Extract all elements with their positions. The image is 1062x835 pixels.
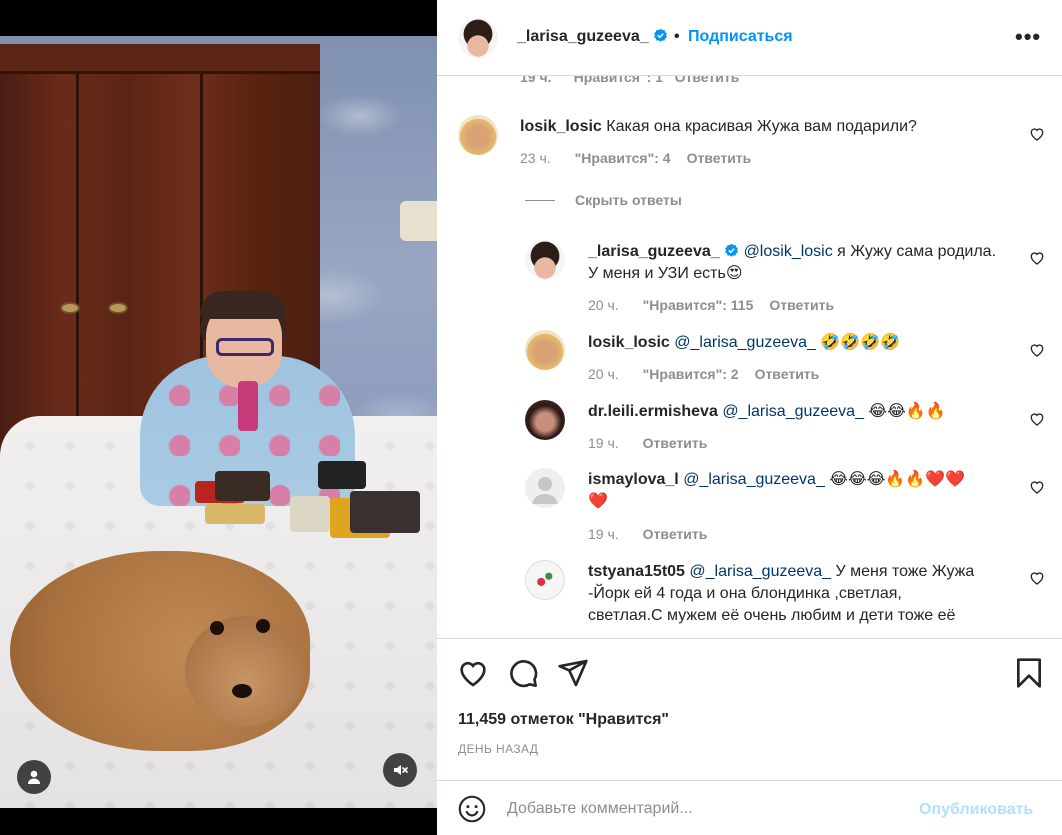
likes-count[interactable]: 11,459 отметок "Нравится" [458,711,669,729]
reply-username[interactable]: ismaylova_l [588,471,679,488]
reply-likes[interactable]: "Нравится": 115 [643,297,754,313]
glasses [216,338,274,356]
smiley-icon[interactable] [458,795,486,823]
post-details-panel: _larisa_guzeeva_ • Подписаться ••• 19 ч.… [437,0,1062,835]
like-reply-heart-icon[interactable] [1029,250,1045,266]
post-media[interactable] [0,0,437,835]
reply-time[interactable]: 19 ч. [588,526,619,542]
post-author-username[interactable]: _larisa_guzeeva_ [517,28,668,46]
like-reply-heart-icon[interactable] [1029,570,1045,586]
bookmark-icon[interactable] [1013,657,1045,689]
avatar[interactable] [525,330,565,370]
reply-button[interactable]: Ответить [643,526,708,542]
perfume-box [350,491,420,533]
perfume-bottle [290,496,330,532]
reply-time[interactable]: 20 ч. [588,297,619,313]
comment-meta: 23 ч. "Нравится": 4 Ответить [520,150,751,166]
hide-replies-button[interactable]: Скрыть ответы [525,192,682,208]
tagged-users-button[interactable] [17,760,51,794]
comment-time[interactable]: 23 ч. [520,150,551,166]
header-separator: • [674,28,680,45]
divider-line [525,200,555,201]
reply-text: ismaylova_l @_larisa_guzeeva_ 😂😂😂🔥🔥❤️❤️ … [588,471,966,510]
wall-lamp [400,201,437,241]
perfume-bottle [215,471,270,501]
perfume-bottle [205,504,265,524]
reply-text: dr.leili.ermisheva @_larisa_guzeeva_ 😂😂🔥… [588,403,946,420]
verified-badge-icon [654,28,667,42]
mention-link[interactable]: @_larisa_guzeeva_ [674,334,816,351]
comment-likes[interactable]: "Нравится": 4 [575,150,671,166]
reply-username[interactable]: _larisa_guzeeva_ [588,243,720,260]
perfume-box [318,461,366,489]
muted-speaker-icon [394,765,408,775]
reply-meta: 20 ч. "Нравится": 2 Ответить [588,366,819,382]
post-actions: 11,459 отметок "Нравится" ДЕНЬ НАЗАД [437,638,1062,798]
mention-link[interactable]: @losik_losic [744,243,833,260]
reply-meta: 19 ч. Ответить [588,526,707,542]
heart-icon[interactable] [457,657,489,689]
video-frame[interactable] [0,36,437,808]
avatar[interactable] [458,115,498,155]
default-avatar-icon [532,477,558,504]
reply-text: losik_losic @_larisa_guzeeva_ 🤣🤣🤣🤣 [588,334,901,351]
avatar[interactable] [525,468,565,508]
reply-username[interactable]: tstyana15t05 [588,563,685,580]
like-comment-heart-icon[interactable] [1029,126,1045,142]
reply-meta: 20 ч. "Нравится": 115 Ответить [588,297,834,313]
verified-badge-icon [725,243,738,257]
like-reply-heart-icon[interactable] [1029,479,1045,495]
paper-plane-icon[interactable] [557,657,589,689]
avatar[interactable] [458,18,498,58]
comment-bubble-icon[interactable] [507,657,539,689]
reply-time[interactable]: 19 ч. [588,435,619,451]
follow-button[interactable]: Подписаться [688,28,793,46]
reply-username[interactable]: losik_losic [588,334,670,351]
post-time[interactable]: ДЕНЬ НАЗАД [458,742,538,756]
reply-button[interactable]: Ответить [755,366,820,382]
reply-text: _larisa_guzeeva_ @losik_losic я Жужу сам… [588,243,997,282]
reply-button[interactable]: Ответить [687,150,752,166]
reply-username[interactable]: dr.leili.ermisheva [588,403,718,420]
like-reply-heart-icon[interactable] [1029,342,1045,358]
add-comment-bar: Опубликовать [437,780,1062,835]
comment-username[interactable]: losik_losic [520,118,602,135]
mute-button[interactable] [383,753,417,787]
comments-list[interactable]: 19 ч. "Нравится": 1 Ответить losik_losic… [437,76,1062,638]
avatar[interactable] [525,400,565,440]
like-reply-heart-icon[interactable] [1029,411,1045,427]
reply-text: tstyana15t05 @_larisa_guzeeva_ У меня то… [588,563,975,624]
comment-text: losik_losic Какая она красивая Жужа вам … [520,118,917,135]
reply-meta: 19 ч. Ответить [588,435,707,451]
reply-likes[interactable]: "Нравится": 2 [643,366,739,382]
more-options-button[interactable]: ••• [1015,24,1041,50]
dog-face [185,616,305,726]
comment-input[interactable] [507,796,907,822]
post-header: _larisa_guzeeva_ • Подписаться ••• [437,0,1062,76]
publish-button[interactable]: Опубликовать [919,801,1033,819]
user-icon [28,770,40,784]
mention-link[interactable]: @_larisa_guzeeva_ [683,471,825,488]
mention-link[interactable]: @_larisa_guzeeva_ [689,563,831,580]
avatar[interactable] [525,240,565,280]
avatar[interactable] [525,560,565,600]
previous-comment-meta: 19 ч. "Нравится": 1 Ответить [520,76,740,85]
mention-link[interactable]: @_larisa_guzeeva_ [722,403,864,420]
reply-button[interactable]: Ответить [769,297,834,313]
perfume-bottle [238,381,258,431]
reply-button[interactable]: Ответить [643,435,708,451]
reply-time[interactable]: 20 ч. [588,366,619,382]
